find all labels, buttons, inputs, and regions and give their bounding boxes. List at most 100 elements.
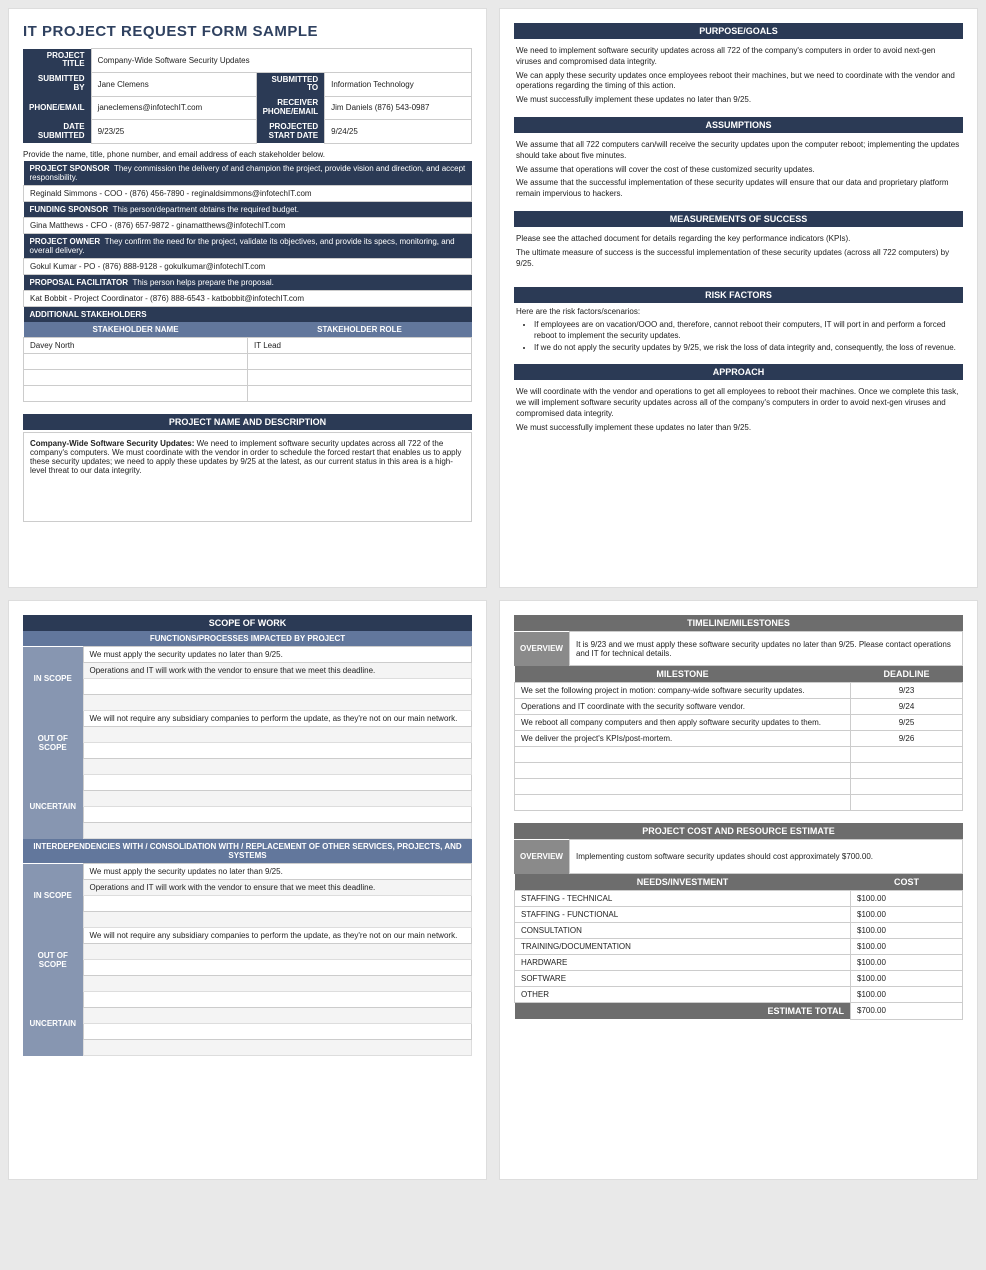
val-owner: Gokul Kumar - PO - (876) 888-9128 - goku…: [24, 258, 472, 274]
cost-overview: OVERVIEW Implementing custom software se…: [514, 839, 963, 874]
out4b: [83, 976, 472, 992]
purpose-body: We need to implement software security u…: [514, 39, 963, 117]
hdr-funding: FUNDING SPONSOR: [30, 205, 109, 214]
unc1b: [83, 992, 472, 1008]
scope-block-2: IN SCOPEWe must apply the security updat…: [23, 863, 472, 1056]
dl-6: [851, 779, 963, 795]
in3: [83, 679, 472, 695]
doc-title: IT PROJECT REQUEST FORM SAMPLE: [23, 23, 472, 40]
timeline-overview-text: It is 9/23 and we must apply these softw…: [569, 632, 962, 666]
cost-overview-label: OVERVIEW: [514, 840, 569, 874]
add-role-0: IT Lead: [248, 337, 472, 353]
approach-p1: We will coordinate with the vendor and o…: [516, 387, 961, 419]
assumptions-title: ASSUMPTIONS: [514, 117, 963, 133]
val-submitted-by: Jane Clemens: [91, 72, 256, 96]
milestone-table: MILESTONE DEADLINE We set the following …: [514, 666, 963, 811]
cost-overview-text: Implementing custom software security up…: [569, 840, 962, 874]
measure-p2: The ultimate measure of success is the s…: [516, 248, 961, 270]
col-stakeholder-name: STAKEHOLDER NAME: [24, 322, 248, 338]
measure-title: MEASUREMENTS OF SUCCESS: [514, 211, 963, 227]
val-phone-email: janeclemens@infotechIT.com: [91, 96, 256, 120]
project-desc-header: PROJECT NAME AND DESCRIPTION: [23, 414, 472, 430]
lbl-phone-email: PHONE/EMAIL: [23, 96, 91, 120]
risk-intro: Here are the risk factors/scenarios:: [516, 307, 640, 316]
unc4: [83, 823, 472, 839]
lbl-project-title: PROJECT TITLE: [23, 49, 91, 73]
approach-p2: We must successfully implement these upd…: [516, 423, 961, 434]
out3: [83, 743, 472, 759]
lbl-in-scope: IN SCOPE: [23, 647, 83, 711]
approach-body: We will coordinate with the vendor and o…: [514, 380, 963, 444]
assumptions-p3: We assume that the successful implementa…: [516, 178, 961, 200]
ms-5: [515, 763, 851, 779]
stakeholder-intro: Provide the name, title, phone number, a…: [23, 150, 472, 159]
need-0: STAFFING - TECHNICAL: [515, 891, 851, 907]
add-name-3: [24, 385, 248, 401]
unc4b: [83, 1040, 472, 1056]
ms-0: We set the following project in motion: …: [515, 683, 851, 699]
desc-facilitator: This person helps prepare the proposal.: [132, 278, 273, 287]
approach-title: APPROACH: [514, 364, 963, 380]
desc-funding: This person/department obtains the requi…: [113, 205, 299, 214]
val-submitted-to: Information Technology: [325, 72, 472, 96]
ms-1: Operations and IT coordinate with the se…: [515, 699, 851, 715]
lbl-projected: PROJECTED START DATE: [256, 120, 325, 144]
unc2b: [83, 1008, 472, 1024]
hdr-sponsor: PROJECT SPONSOR: [30, 164, 110, 173]
cost-6: $100.00: [851, 987, 963, 1003]
lbl-uncertain: UNCERTAIN: [23, 775, 83, 839]
assumptions-body: We assume that all 722 computers can/wil…: [514, 133, 963, 211]
ms-6: [515, 779, 851, 795]
need-4: HARDWARE: [515, 955, 851, 971]
desc-bold: Company-Wide Software Security Updates:: [30, 439, 194, 448]
hdr-additional: ADDITIONAL STAKEHOLDERS: [24, 306, 472, 322]
total-label: ESTIMATE TOTAL: [515, 1003, 851, 1020]
page-3: SCOPE OF WORK FUNCTIONS/PROCESSES IMPACT…: [8, 600, 487, 1180]
purpose-p2: We can apply these security updates once…: [516, 71, 961, 93]
timeline-title: TIMELINE/MILESTONES: [514, 615, 963, 631]
dl-4: [851, 747, 963, 763]
assumptions-p1: We assume that all 722 computers can/wil…: [516, 140, 961, 162]
cost-3: $100.00: [851, 939, 963, 955]
val-sponsor: Reginald Simmons - COO - (876) 456-7890 …: [24, 185, 472, 201]
assumptions-p2: We assume that operations will cover the…: [516, 165, 961, 176]
in2: Operations and IT will work with the ven…: [83, 663, 472, 679]
val-receiver: Jim Daniels (876) 543-0987: [325, 96, 472, 120]
inter-title: INTERDEPENDENCIES WITH / CONSOLIDATION W…: [23, 839, 472, 863]
lbl-receiver: RECEIVER PHONE/EMAIL: [256, 96, 325, 120]
ms-4: [515, 747, 851, 763]
hdr-owner: PROJECT OWNER: [30, 237, 101, 246]
col-stakeholder-role: STAKEHOLDER ROLE: [248, 322, 472, 338]
col-deadline: DEADLINE: [851, 666, 963, 683]
purpose-p3: We must successfully implement these upd…: [516, 95, 961, 106]
timeline-overview: OVERVIEW It is 9/23 and we must apply th…: [514, 631, 963, 666]
in2b: Operations and IT will work with the ven…: [83, 880, 472, 896]
out4: [83, 759, 472, 775]
desc-title: PROJECT NAME AND DESCRIPTION: [23, 414, 472, 430]
add-name-2: [24, 369, 248, 385]
stakeholder-table: PROJECT SPONSOR They commission the deli…: [23, 161, 472, 322]
col-need: NEEDS/INVESTMENT: [515, 874, 851, 891]
out2: [83, 727, 472, 743]
project-desc-body: Company-Wide Software Security Updates: …: [23, 432, 472, 522]
need-1: STAFFING - FUNCTIONAL: [515, 907, 851, 923]
risk-b2: If we do not apply the security updates …: [534, 343, 961, 354]
val-date-submitted: 9/23/25: [91, 120, 256, 144]
unc3b: [83, 1024, 472, 1040]
unc3: [83, 807, 472, 823]
unc1: [83, 775, 472, 791]
lbl-out-scope-2: OUT OF SCOPE: [23, 928, 83, 992]
cost-table: NEEDS/INVESTMENT COST STAFFING - TECHNIC…: [514, 874, 963, 1020]
hdr-facilitator: PROPOSAL FACILITATOR: [30, 278, 129, 287]
purpose-p1: We need to implement software security u…: [516, 46, 961, 68]
cost-2: $100.00: [851, 923, 963, 939]
cost-0: $100.00: [851, 891, 963, 907]
out3b: [83, 960, 472, 976]
unc2: [83, 791, 472, 807]
in4b: [83, 912, 472, 928]
add-name-1: [24, 353, 248, 369]
need-2: CONSULTATION: [515, 923, 851, 939]
dl-1: 9/24: [851, 699, 963, 715]
in1: We must apply the security updates no la…: [83, 647, 472, 663]
add-role-1: [248, 353, 472, 369]
